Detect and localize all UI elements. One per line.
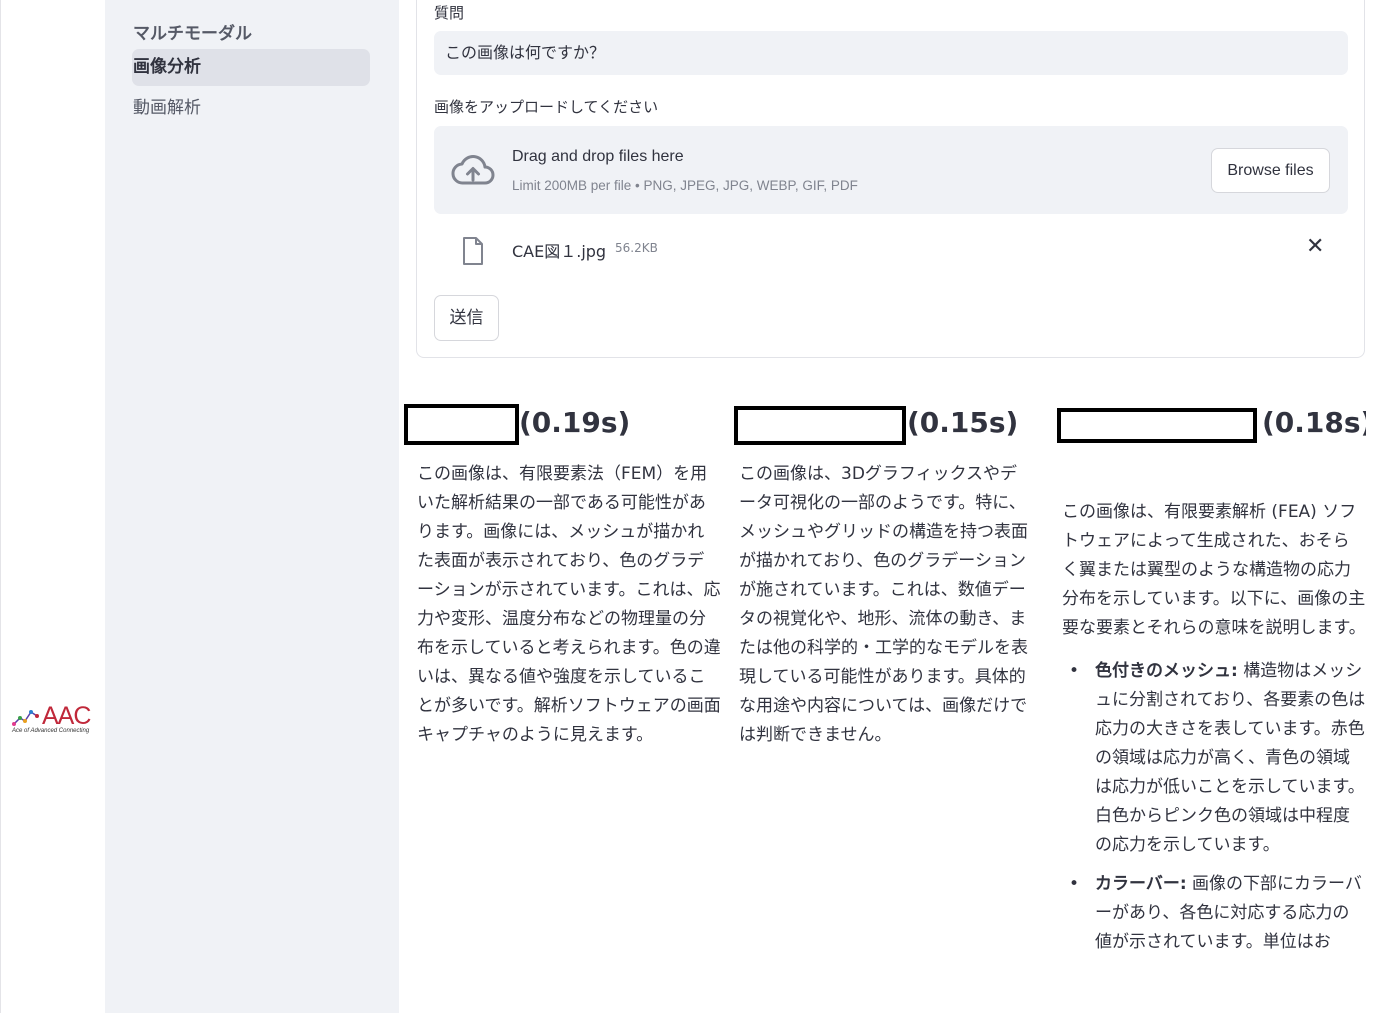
sidebar-item-video-analysis[interactable]: 動画解析 (132, 90, 370, 127)
file-dropzone[interactable]: Drag and drop files here Limit 200MB per… (434, 126, 1348, 214)
sidebar-item-image-analysis[interactable]: 画像分析 (132, 49, 370, 86)
submit-button[interactable]: 送信 (434, 295, 499, 341)
question-label: 質問 (434, 4, 465, 22)
response-3-paragraph: この画像は、有限要素解析 (FEA) ソフトウェアによって生成された、おそらく翼… (1062, 502, 1366, 638)
aac-logo: AAC Ace of Advanced Connecting (12, 702, 96, 736)
uploaded-file-row: CAE図１.jpg 56.2KB ✕ (434, 228, 1348, 272)
logo-tagline: Ace of Advanced Connecting (12, 728, 90, 734)
uploaded-file-size: 56.2KB (615, 241, 658, 255)
sidebar: マルチモーダル 画像分析 動画解析 (105, 0, 399, 1013)
response-time-1: (0.19s) (519, 406, 631, 439)
redacted-model-name (1057, 408, 1257, 443)
file-icon (463, 237, 483, 265)
response-time-2: (0.15s) (907, 406, 1019, 439)
upload-label: 画像をアップロードしてください (434, 98, 659, 116)
close-icon[interactable]: ✕ (1306, 234, 1324, 259)
logo-text: AAC (42, 702, 91, 730)
right-gutter (1366, 0, 1378, 1013)
dropzone-limit: Limit 200MB per file • PNG, JPEG, JPG, W… (512, 178, 858, 193)
list-item-term: カラーバー: (1095, 874, 1187, 894)
response-1-paragraph: この画像は、有限要素法（FEM）を用いた解析結果の一部である可能性があります。画… (417, 464, 721, 745)
list-item: 色付きのメッシュ: 構造物はメッシュに分割されており、各要素の色は応力の大きさを… (1062, 657, 1366, 860)
sidebar-section-heading: マルチモーダル (133, 24, 252, 44)
dropzone-instruction: Drag and drop files here (512, 148, 684, 165)
question-input[interactable]: この画像は何ですか？ (434, 31, 1348, 75)
response-2: この画像は、3Dグラフィックスやデータ可視化の一部のようです。特に、メッシュやグ… (739, 460, 1031, 750)
redacted-model-name (404, 404, 519, 445)
list-item-term: 色付きのメッシュ: (1095, 661, 1238, 681)
response-3-list: 色付きのメッシュ: 構造物はメッシュに分割されており、各要素の色は応力の大きさを… (1062, 657, 1366, 957)
response-time-3: (0.18s) (1262, 406, 1374, 439)
response-2-paragraph: この画像は、3Dグラフィックスやデータ可視化の一部のようです。特に、メッシュやグ… (739, 464, 1028, 745)
list-item-text: 構造物はメッシュに分割されており、各要素の色は応力の大きさを表しています。赤色の… (1095, 661, 1366, 855)
logo-mark-icon (12, 710, 39, 726)
response-3: この画像は、有限要素解析 (FEA) ソフトウェアによって生成された、おそらく翼… (1062, 498, 1366, 957)
redacted-model-name (734, 406, 906, 445)
list-item: カラーバー: 画像の下部にカラーバーがあり、各色に対応する応力の値が示されていま… (1062, 870, 1366, 957)
browse-files-button[interactable]: Browse files (1211, 148, 1330, 193)
left-gutter (0, 0, 105, 1013)
response-1: この画像は、有限要素法（FEM）を用いた解析結果の一部である可能性があります。画… (417, 460, 721, 750)
cloud-upload-icon (451, 155, 495, 185)
uploaded-file-name: CAE図１.jpg (512, 242, 607, 261)
